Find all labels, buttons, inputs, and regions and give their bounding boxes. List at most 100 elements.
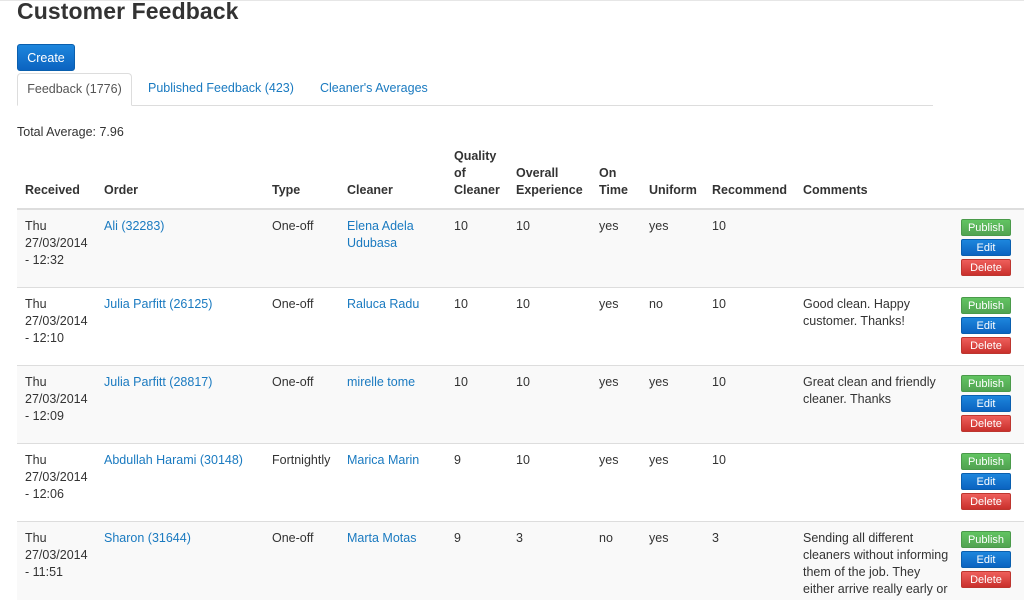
- cell-order: Julia Parfitt (28817): [96, 365, 264, 444]
- tab-cleaners-averages[interactable]: Cleaner's Averages: [320, 73, 428, 105]
- edit-button[interactable]: Edit: [961, 551, 1011, 568]
- total-average: Total Average: 7.96: [17, 125, 124, 139]
- cell-received: Thu 27/03/2014 - 12:06: [17, 443, 96, 522]
- cell-quality: 9: [446, 521, 508, 600]
- cell-actions: Publish Edit Delete: [961, 521, 1024, 600]
- cell-actions: Publish Edit Delete: [961, 287, 1024, 366]
- header-type: Type: [264, 148, 339, 210]
- header-received: Received: [17, 148, 96, 210]
- header-order: Order: [96, 148, 264, 210]
- cleaner-link[interactable]: Marica Marin: [347, 453, 419, 467]
- delete-button[interactable]: Delete: [961, 493, 1011, 510]
- cell-comments: Good clean. Happy customer. Thanks!: [795, 287, 961, 366]
- cell-uniform: no: [641, 287, 704, 366]
- cell-order: Julia Parfitt (26125): [96, 287, 264, 366]
- cell-quality: 9: [446, 443, 508, 522]
- cell-overall: 10: [508, 365, 591, 444]
- cell-order: Sharon (31644): [96, 521, 264, 600]
- delete-button[interactable]: Delete: [961, 415, 1011, 432]
- cell-recommend: 10: [704, 365, 795, 444]
- cell-uniform: yes: [641, 365, 704, 444]
- delete-button[interactable]: Delete: [961, 259, 1011, 276]
- delete-button[interactable]: Delete: [961, 571, 1011, 588]
- publish-button[interactable]: Publish: [961, 453, 1011, 470]
- edit-button[interactable]: Edit: [961, 317, 1011, 334]
- edit-button[interactable]: Edit: [961, 473, 1011, 490]
- cell-comments: [795, 443, 961, 522]
- cell-quality: 10: [446, 208, 508, 288]
- cell-cleaner: Marica Marin: [339, 443, 446, 522]
- order-link[interactable]: Sharon (31644): [104, 531, 191, 545]
- cell-actions: Publish Edit Delete: [961, 365, 1024, 444]
- cell-overall: 10: [508, 443, 591, 522]
- cell-overall: 10: [508, 287, 591, 366]
- order-link[interactable]: Abdullah Harami (30148): [104, 453, 243, 467]
- cell-on-time: yes: [591, 443, 641, 522]
- table-row: Thu 27/03/2014 - 12:06 Abdullah Harami (…: [17, 443, 1024, 522]
- cell-recommend: 10: [704, 443, 795, 522]
- cleaner-link[interactable]: Raluca Radu: [347, 297, 419, 311]
- header-recommend: Recommend: [704, 148, 795, 210]
- cell-comments: Sending all different cleaners without i…: [795, 521, 961, 600]
- cell-quality: 10: [446, 287, 508, 366]
- cell-on-time: yes: [591, 365, 641, 444]
- cell-received: Thu 27/03/2014 - 11:51: [17, 521, 96, 600]
- cell-order: Ali (32283): [96, 208, 264, 288]
- cell-recommend: 10: [704, 287, 795, 366]
- cell-actions: Publish Edit Delete: [961, 208, 1024, 288]
- header-on-time: On Time: [591, 148, 641, 210]
- edit-button[interactable]: Edit: [961, 239, 1011, 256]
- cell-type: One-off: [264, 208, 339, 288]
- feedback-tabs: Feedback (1776) Published Feedback (423)…: [17, 73, 933, 106]
- cell-type: Fortnightly: [264, 443, 339, 522]
- cell-cleaner: Marta Motas: [339, 521, 446, 600]
- cell-type: One-off: [264, 287, 339, 366]
- order-link[interactable]: Julia Parfitt (26125): [104, 297, 212, 311]
- header-uniform: Uniform: [641, 148, 704, 210]
- cell-received: Thu 27/03/2014 - 12:32: [17, 208, 96, 288]
- table-header-row: Received Order Type Cleaner Quality of C…: [17, 148, 1024, 210]
- cell-cleaner: Elena Adela Udubasa: [339, 208, 446, 288]
- publish-button[interactable]: Publish: [961, 297, 1011, 314]
- cell-recommend: 10: [704, 208, 795, 288]
- edit-button[interactable]: Edit: [961, 395, 1011, 412]
- header-comments: Comments: [795, 148, 961, 210]
- header-quality-of-cleaner: Quality of Cleaner: [446, 148, 508, 210]
- cell-comments: [795, 208, 961, 288]
- cell-overall: 3: [508, 521, 591, 600]
- cell-received: Thu 27/03/2014 - 12:10: [17, 287, 96, 366]
- tab-published-feedback[interactable]: Published Feedback (423): [148, 73, 294, 105]
- cell-uniform: yes: [641, 521, 704, 600]
- cell-received: Thu 27/03/2014 - 12:09: [17, 365, 96, 444]
- order-link[interactable]: Ali (32283): [104, 219, 164, 233]
- cell-uniform: yes: [641, 208, 704, 288]
- page-container: Customer Feedback Create Feedback (1776)…: [17, 0, 1024, 600]
- publish-button[interactable]: Publish: [961, 531, 1011, 548]
- table-row: Thu 27/03/2014 - 12:09 Julia Parfitt (28…: [17, 365, 1024, 444]
- cell-type: One-off: [264, 365, 339, 444]
- cell-actions: Publish Edit Delete: [961, 443, 1024, 522]
- cell-cleaner: mirelle tome: [339, 365, 446, 444]
- cleaner-link[interactable]: Marta Motas: [347, 531, 416, 545]
- cell-type: One-off: [264, 521, 339, 600]
- feedback-table: Received Order Type Cleaner Quality of C…: [17, 148, 1024, 600]
- cleaner-link[interactable]: mirelle tome: [347, 375, 415, 389]
- publish-button[interactable]: Publish: [961, 375, 1011, 392]
- publish-button[interactable]: Publish: [961, 219, 1011, 236]
- order-link[interactable]: Julia Parfitt (28817): [104, 375, 212, 389]
- header-actions: [961, 148, 1024, 210]
- cell-order: Abdullah Harami (30148): [96, 443, 264, 522]
- cell-recommend: 3: [704, 521, 795, 600]
- cell-uniform: yes: [641, 443, 704, 522]
- page-title: Customer Feedback: [17, 0, 239, 24]
- cell-on-time: no: [591, 521, 641, 600]
- header-overall-experience: Overall Experience: [508, 148, 591, 210]
- cleaner-link[interactable]: Elena Adela Udubasa: [347, 219, 414, 250]
- create-button[interactable]: Create: [17, 44, 75, 71]
- table-row: Thu 27/03/2014 - 12:32 Ali (32283) One-o…: [17, 208, 1024, 288]
- delete-button[interactable]: Delete: [961, 337, 1011, 354]
- table-row: Thu 27/03/2014 - 11:51 Sharon (31644) On…: [17, 521, 1024, 600]
- tab-feedback[interactable]: Feedback (1776): [17, 73, 132, 106]
- cell-comments: Great clean and friendly cleaner. Thanks: [795, 365, 961, 444]
- cell-cleaner: Raluca Radu: [339, 287, 446, 366]
